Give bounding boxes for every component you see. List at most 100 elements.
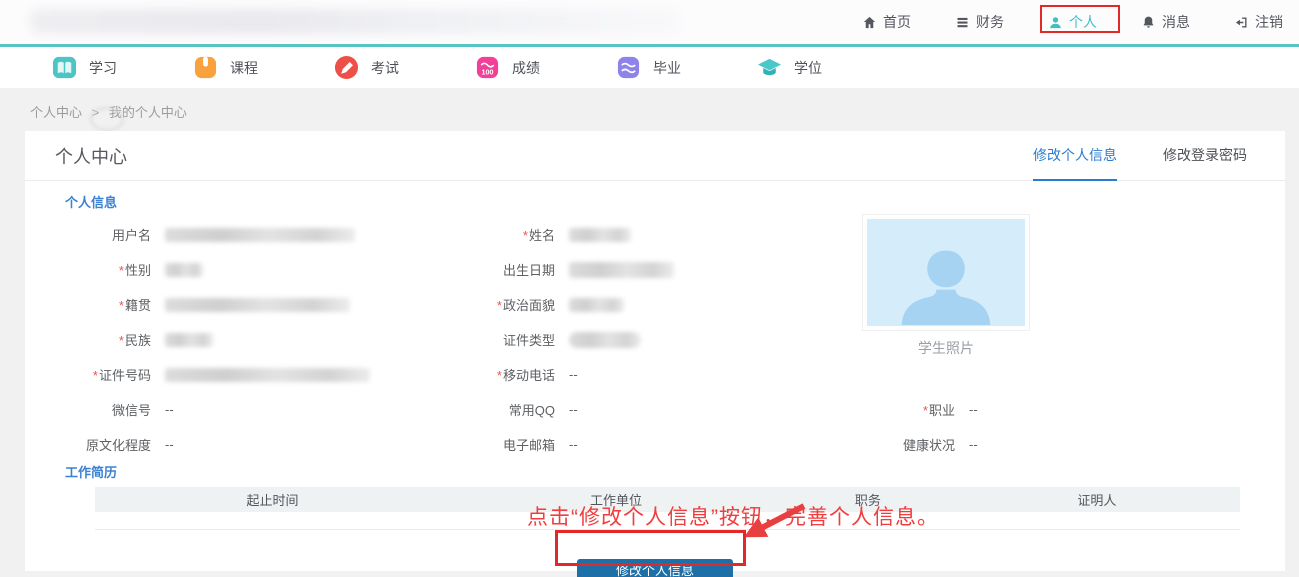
top-bar: 首页 财务 个人 消息 注销 (0, 0, 1299, 47)
module-study[interactable]: 学习 (52, 55, 193, 80)
field-occupation-label: *职业 (865, 400, 955, 419)
edit-personal-info-button[interactable]: 修改个人信息 (577, 559, 733, 577)
module-courses-label: 课程 (230, 58, 258, 78)
field-name: *姓名 (465, 217, 865, 252)
student-photo-placeholder (867, 219, 1025, 326)
column-header-position: 职务 (782, 487, 954, 512)
field-id-type: 证件类型 (465, 322, 865, 357)
breadcrumb: 个人中心 > 我的个人中心 (0, 89, 1299, 131)
logout-icon (1234, 15, 1249, 30)
required-marker: * (93, 368, 98, 383)
module-degree-label: 学位 (794, 58, 822, 78)
degree-icon (757, 55, 782, 80)
nav-logout-label: 注销 (1255, 12, 1283, 32)
field-gender-value-blurred (165, 263, 203, 277)
required-marker: * (119, 333, 124, 348)
field-username-value-blurred (165, 228, 355, 242)
field-email-label: 电子邮箱 (465, 435, 555, 454)
student-photo-frame (862, 214, 1030, 331)
section-title-work-history: 工作简历 (65, 462, 1285, 481)
student-photo-box: 学生照片 (862, 214, 1030, 358)
field-occupation-value: -- (969, 402, 978, 417)
module-grades[interactable]: 100 成绩 (475, 55, 616, 80)
field-mobile-phone-value: -- (569, 367, 578, 382)
personal-info-form: 用户名 *性别 *籍贯 *民族 *证件号码 微信号 -- (65, 217, 1285, 462)
site-logo-blurred (30, 9, 680, 34)
nav-messages[interactable]: 消息 (1141, 12, 1190, 32)
nav-messages-label: 消息 (1162, 12, 1190, 32)
required-marker: * (119, 298, 124, 313)
field-mobile-phone: *移动电话 -- (465, 357, 865, 392)
field-qq-label: 常用QQ (465, 400, 555, 419)
page-title: 个人中心 (55, 143, 127, 169)
section-title-personal-info: 个人信息 (65, 192, 1285, 211)
personal-center-card: 个人中心 修改个人信息 修改登录密码 个人信息 用户名 *性别 *籍贯 *民族 (25, 131, 1285, 571)
top-nav: 首页 财务 个人 消息 注销 (862, 0, 1283, 44)
exam-icon (334, 55, 359, 80)
work-history-empty-row (95, 512, 1240, 529)
nav-finance-label: 财务 (976, 12, 1004, 32)
study-icon (52, 55, 77, 80)
field-mobile-phone-label: *移动电话 (465, 365, 555, 384)
field-id-number-value-blurred (165, 368, 370, 382)
field-ethnicity-label: *民族 (65, 330, 151, 349)
field-name-value-blurred (569, 228, 631, 242)
field-wechat-value: -- (165, 402, 174, 417)
nav-personal-label: 个人 (1069, 12, 1097, 32)
blur-artifact (90, 107, 124, 131)
module-bar: 学习 课程 考试 100 成绩 毕业 学位 (0, 47, 1299, 89)
module-courses[interactable]: 课程 (193, 55, 334, 80)
required-marker: * (497, 368, 502, 383)
person-silhouette-icon (886, 240, 1006, 326)
required-marker: * (119, 263, 124, 278)
field-name-label: *姓名 (465, 225, 555, 244)
field-qq: 常用QQ -- (465, 392, 865, 427)
form-column-2: *姓名 出生日期 *政治面貌 证件类型 *移动电话 -- 常用QQ -- (465, 217, 865, 462)
field-username-label: 用户名 (65, 225, 151, 244)
field-previous-education-label: 原文化程度 (65, 435, 151, 454)
module-exams[interactable]: 考试 (334, 55, 475, 80)
field-email-value: -- (569, 437, 578, 452)
field-birth-date: 出生日期 (465, 252, 865, 287)
field-id-number-label: *证件号码 (65, 365, 151, 384)
course-icon (193, 55, 218, 80)
bell-icon (1141, 15, 1156, 30)
field-previous-education-value: -- (165, 437, 174, 452)
field-id-type-value-blurred (569, 332, 641, 348)
module-graduation-label: 毕业 (653, 58, 681, 78)
finance-icon (955, 15, 970, 30)
field-birth-date-value-blurred (569, 262, 674, 278)
field-native-place: *籍贯 (65, 287, 465, 322)
module-graduation[interactable]: 毕业 (616, 55, 757, 80)
field-email: 电子邮箱 -- (465, 427, 865, 462)
field-health-status-label: 健康状况 (865, 435, 955, 454)
module-study-label: 学习 (89, 58, 117, 78)
field-native-place-label: *籍贯 (65, 295, 151, 314)
nav-logout[interactable]: 注销 (1234, 12, 1283, 32)
field-gender: *性别 (65, 252, 465, 287)
nav-finance[interactable]: 财务 (955, 12, 1004, 32)
module-degree[interactable]: 学位 (757, 55, 898, 80)
field-qq-value: -- (569, 402, 578, 417)
nav-home-label: 首页 (883, 12, 911, 32)
field-health-status: 健康状况 -- (865, 427, 1285, 462)
field-political-status-value-blurred (569, 298, 624, 312)
tab-edit-personal-info[interactable]: 修改个人信息 (1033, 131, 1117, 181)
button-zone: 修改个人信息 (25, 559, 1285, 577)
tab-bar: 修改个人信息 修改登录密码 (1033, 131, 1247, 181)
nav-personal[interactable]: 个人 (1048, 12, 1097, 32)
field-previous-education: 原文化程度 -- (65, 427, 465, 462)
required-marker: * (497, 298, 502, 313)
nav-home[interactable]: 首页 (862, 12, 911, 32)
field-username: 用户名 (65, 217, 465, 252)
field-political-status: *政治面貌 (465, 287, 865, 322)
field-occupation: *职业 -- (865, 392, 1285, 427)
score-icon: 100 (475, 55, 500, 80)
home-icon (862, 15, 877, 30)
tab-change-password[interactable]: 修改登录密码 (1163, 131, 1247, 181)
score-icon-badge: 100 (481, 68, 493, 77)
breadcrumb-personal-center[interactable]: 个人中心 (30, 105, 82, 120)
module-grades-label: 成绩 (512, 58, 540, 78)
column-header-time-period: 起止时间 (95, 487, 450, 512)
required-marker: * (523, 228, 528, 243)
